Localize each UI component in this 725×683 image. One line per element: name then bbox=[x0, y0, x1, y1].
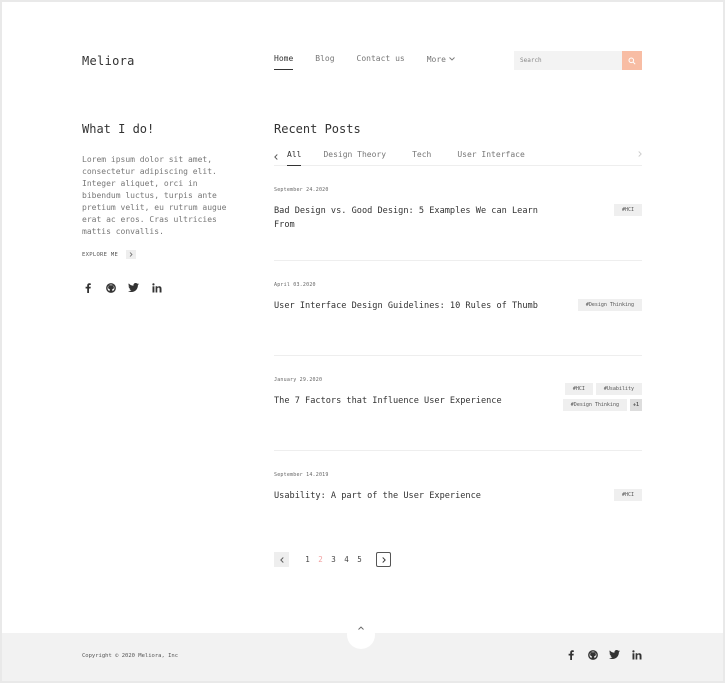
nav-contact[interactable]: Contact us bbox=[357, 54, 405, 70]
search-input[interactable] bbox=[514, 51, 622, 70]
twitter-icon[interactable] bbox=[609, 649, 620, 660]
chevron-left-icon bbox=[279, 556, 284, 563]
chevron-left-icon bbox=[274, 154, 278, 160]
recent-posts-title: Recent Posts bbox=[274, 122, 361, 136]
post-title[interactable]: User Interface Design Guidelines: 10 Rul… bbox=[274, 299, 544, 313]
about-section: What I do! Lorem ipsum dolor sit amet, c… bbox=[82, 122, 232, 293]
explore-button[interactable]: EXPLORE ME bbox=[82, 250, 232, 259]
about-text: Lorem ipsum dolor sit amet, consectetur … bbox=[82, 155, 227, 236]
tag[interactable]: #HCI bbox=[613, 489, 642, 501]
post-title[interactable]: The 7 Factors that Influence User Experi… bbox=[274, 394, 544, 408]
linkedin-icon[interactable] bbox=[151, 282, 162, 293]
page-4[interactable]: 4 bbox=[340, 555, 353, 564]
github-icon[interactable] bbox=[587, 649, 598, 660]
site-logo[interactable]: Meliora bbox=[82, 54, 135, 68]
post-tags: #HCI bbox=[542, 204, 642, 216]
post-date: September 24.2020 bbox=[274, 187, 329, 193]
post-title[interactable]: Usability: A part of the User Experience bbox=[274, 489, 544, 503]
post-date: January 29.2020 bbox=[274, 377, 323, 383]
post-item[interactable]: September 14.2019 Usability: A part of t… bbox=[274, 451, 642, 546]
about-social-links bbox=[82, 282, 232, 293]
search-box bbox=[514, 51, 642, 70]
next-page-button[interactable] bbox=[376, 552, 391, 567]
pagination: 1 2 3 4 5 bbox=[274, 552, 391, 567]
chevron-up-icon bbox=[358, 626, 364, 630]
copyright-text: Copyright © 2020 Meliora, Inc bbox=[82, 653, 179, 659]
tab-tech[interactable]: Tech bbox=[412, 150, 431, 166]
facebook-icon[interactable] bbox=[565, 649, 576, 660]
post-item[interactable]: January 29.2020 The 7 Factors that Influ… bbox=[274, 356, 642, 451]
chevron-down-icon bbox=[449, 57, 455, 61]
footer-social-links bbox=[565, 649, 642, 660]
page-3[interactable]: 3 bbox=[327, 555, 340, 564]
tag[interactable]: #Design Thinking bbox=[577, 299, 642, 311]
tag[interactable]: #HCI bbox=[613, 204, 642, 216]
more-tags-badge[interactable]: +1 bbox=[629, 399, 642, 411]
nav-home[interactable]: Home bbox=[274, 54, 294, 70]
tag[interactable]: #Design Thinking bbox=[562, 399, 627, 411]
page-5[interactable]: 5 bbox=[353, 555, 366, 564]
tabs-next-button[interactable] bbox=[638, 150, 642, 159]
nav-blog[interactable]: Blog bbox=[315, 54, 334, 70]
post-date: September 14.2019 bbox=[274, 472, 329, 478]
page-1[interactable]: 1 bbox=[301, 555, 314, 564]
post-tags: #HCI bbox=[542, 489, 642, 501]
recent-posts: Recent Posts All Design Theory Tech User… bbox=[274, 122, 642, 546]
tabs-prev-button[interactable] bbox=[274, 153, 284, 162]
explore-label: EXPLORE ME bbox=[82, 251, 119, 258]
category-tabs: All Design Theory Tech User Interface bbox=[274, 150, 642, 166]
tag[interactable]: #HCI bbox=[564, 383, 593, 395]
page-2[interactable]: 2 bbox=[314, 555, 327, 564]
footer: Copyright © 2020 Meliora, Inc bbox=[2, 621, 723, 681]
facebook-icon[interactable] bbox=[82, 282, 93, 293]
post-item[interactable]: April 03.2020 User Interface Design Guid… bbox=[274, 261, 642, 356]
tab-user-interface[interactable]: User Interface bbox=[457, 150, 524, 166]
nav-more[interactable]: More bbox=[427, 54, 455, 70]
page: Meliora Home Blog Contact us More What I… bbox=[2, 2, 723, 681]
nav-more-label: More bbox=[426, 54, 446, 64]
linkedin-icon[interactable] bbox=[631, 649, 642, 660]
post-tags: #HCI #Usability #Design Thinking +1 bbox=[542, 383, 642, 411]
main-nav: Home Blog Contact us More bbox=[274, 54, 477, 70]
tag[interactable]: #Usability bbox=[595, 383, 642, 395]
about-title: What I do! bbox=[82, 122, 155, 136]
back-to-top-button[interactable] bbox=[347, 621, 375, 649]
post-title[interactable]: Bad Design vs. Good Design: 5 Examples W… bbox=[274, 204, 544, 232]
tab-all[interactable]: All bbox=[287, 150, 302, 166]
post-item[interactable]: September 24.2020 Bad Design vs. Good De… bbox=[274, 166, 642, 261]
prev-page-button[interactable] bbox=[274, 552, 289, 567]
chevron-right-icon bbox=[381, 556, 386, 563]
chevron-right-icon bbox=[126, 250, 137, 259]
tab-design-theory[interactable]: Design Theory bbox=[323, 150, 386, 166]
chevron-right-icon bbox=[638, 151, 642, 157]
post-tags: #Design Thinking bbox=[542, 299, 642, 311]
search-button[interactable] bbox=[622, 51, 642, 70]
search-icon bbox=[628, 57, 636, 65]
github-icon[interactable] bbox=[105, 282, 116, 293]
post-date: April 03.2020 bbox=[274, 282, 316, 288]
twitter-icon[interactable] bbox=[128, 282, 139, 293]
